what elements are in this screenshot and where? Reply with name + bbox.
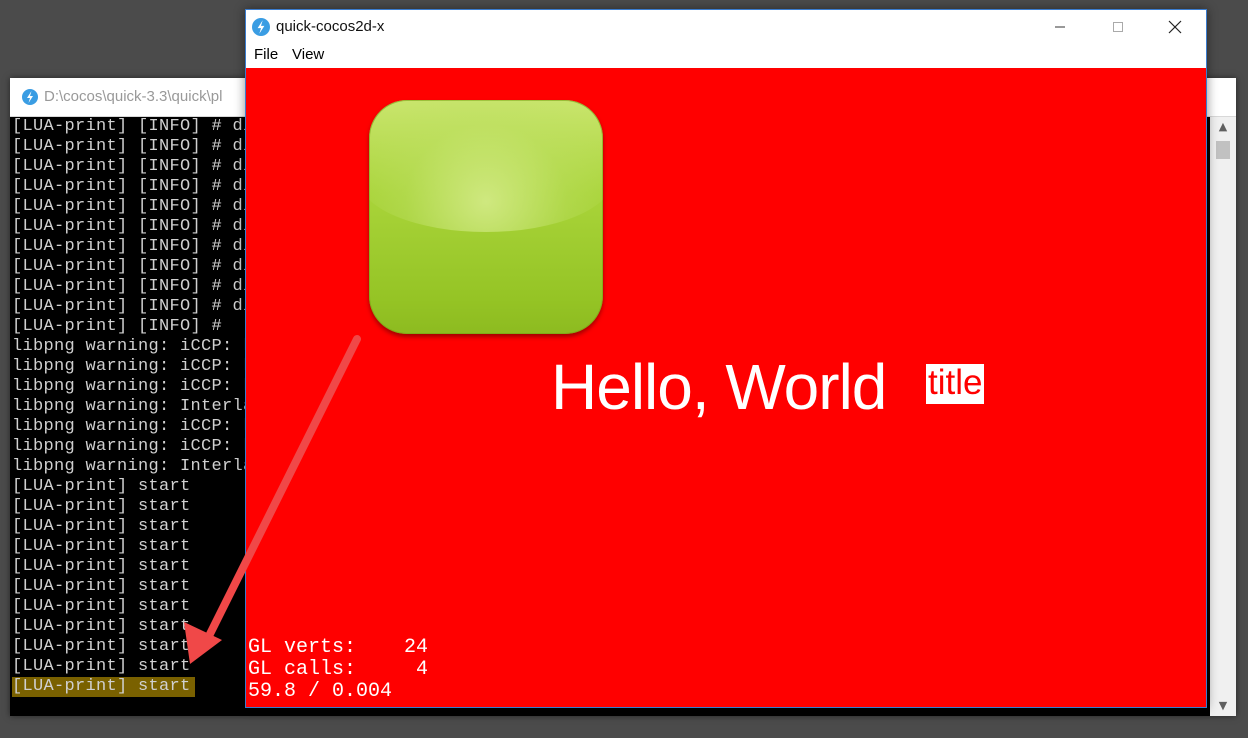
game-canvas[interactable]: Hello, World title GL verts: 24 GL calls:… [246,68,1206,707]
title-label: title [926,363,985,404]
console-line: [LUA-print] start [12,557,191,576]
console-line-highlight-text: [LUA-print] start [12,677,195,697]
menu-file[interactable]: File [254,46,278,63]
console-line: [LUA-print] [INFO] # dis [12,257,265,276]
close-icon [1168,20,1182,34]
console-line: [LUA-print] [INFO] # dis [12,277,265,296]
console-line: [LUA-print] [INFO] # [12,317,223,336]
gl-verts-stat: GL verts: 24 [248,636,429,659]
console-line: [LUA-print] start [12,497,191,516]
console-line: [LUA-print] start [12,617,191,636]
simulator-window: quick-cocos2d-x File View Hello, World t… [245,9,1207,708]
green-sprite-button[interactable] [369,100,603,334]
fps-stat: 59.8 / 0.004 [248,680,393,703]
scroll-down-arrow-icon[interactable]: ▼ [1210,696,1236,716]
console-line: libpng warning: Interlac [12,397,265,416]
console-line: [LUA-print] [INFO] # dis [12,237,265,256]
console-line: libpng warning: iCCP: kn [12,417,265,436]
console-line: [LUA-print] start [12,657,191,676]
console-line: libpng warning: iCCP: kn [12,437,265,456]
console-line: [LUA-print] [INFO] # dis [12,157,265,176]
gl-stats: GL verts: 24 GL calls: 4 59.8 / 0.004 [248,637,428,703]
console-window-title: D:\cocos\quick-3.3\quick\pl [44,88,223,105]
console-line: [LUA-print] start [12,637,191,656]
console-line: libpng warning: Interlac [12,457,265,476]
console-line: [LUA-print] start [12,577,191,596]
console-line: [LUA-print] [INFO] # dis [12,177,265,196]
maximize-button[interactable] [1089,10,1147,44]
button-gloss [369,100,603,232]
console-line: libpng warning: iCCP: kn [12,337,265,356]
console-line: [LUA-print] start [12,517,191,536]
menu-view[interactable]: View [292,46,324,63]
console-line: [LUA-print] [INFO] # dis [12,117,265,136]
scroll-up-arrow-icon[interactable]: ▲ [1210,117,1236,137]
console-line: [LUA-print] start [12,537,191,556]
cocos-logo-icon [22,89,38,105]
console-line: [LUA-print] start [12,597,191,616]
gl-calls-stat: GL calls: 4 [248,658,429,681]
close-button[interactable] [1146,10,1204,44]
console-line: [LUA-print] [INFO] # dis [12,217,265,236]
menubar: File View [246,44,1206,68]
maximize-icon [1113,22,1123,32]
simulator-titlebar[interactable]: quick-cocos2d-x [246,10,1206,44]
cocos-logo-icon [252,18,270,36]
minimize-icon [1055,26,1065,28]
console-lines: [LUA-print] [INFO] # dis [LUA-print] [INF… [12,117,264,697]
console-scrollbar[interactable]: ▲ ▼ [1210,117,1236,716]
minimize-button[interactable] [1031,10,1089,44]
hello-world-label: Hello, World [551,351,887,423]
scroll-thumb[interactable] [1216,141,1230,159]
console-line: libpng warning: iCCP: kn [12,357,265,376]
console-line-highlighted: [LUA-print] start [12,677,264,697]
simulator-window-title: quick-cocos2d-x [276,18,385,35]
console-line: libpng warning: iCCP: kn [12,377,265,396]
console-line: [LUA-print] [INFO] # dis [12,137,265,156]
console-line: [LUA-print] [INFO] # dis [12,297,265,316]
console-line: [LUA-print] [INFO] # dis [12,197,265,216]
console-line: [LUA-print] start [12,477,191,496]
